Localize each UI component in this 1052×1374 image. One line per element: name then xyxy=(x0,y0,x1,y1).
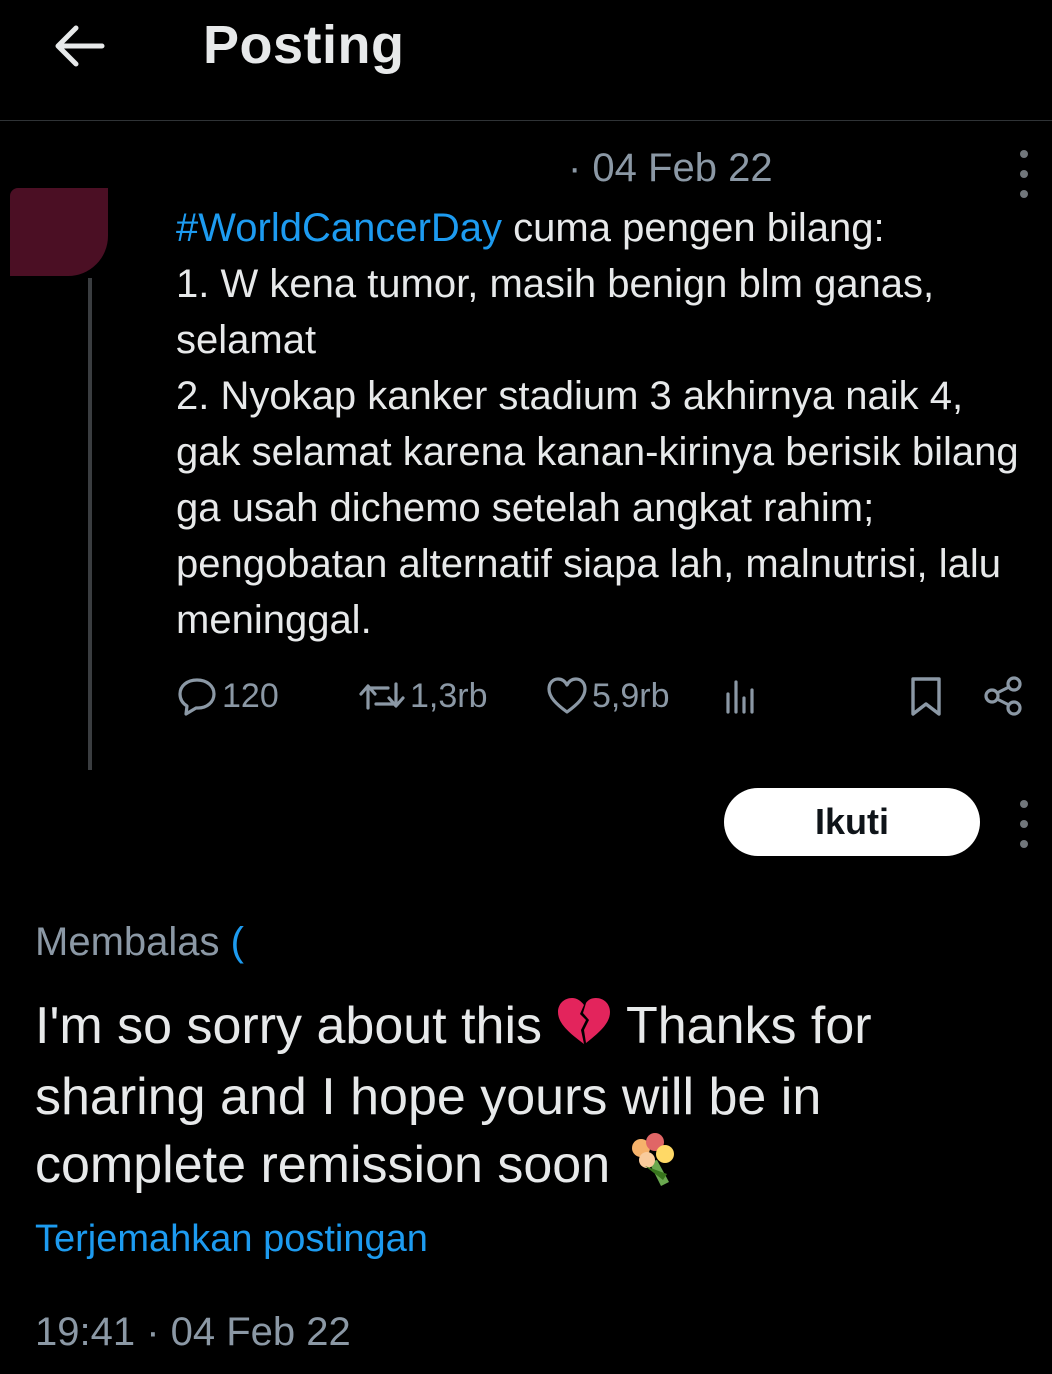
more-vertical-icon xyxy=(1020,800,1028,808)
reply-count: 120 xyxy=(222,676,279,715)
reply-text-part1: I'm so sorry about this xyxy=(35,997,557,1055)
back-button[interactable] xyxy=(50,20,110,72)
views-icon xyxy=(726,680,754,714)
like-button[interactable]: 5,9rb xyxy=(546,668,670,724)
thread-connector-line xyxy=(88,278,92,770)
follow-button[interactable]: Ikuti xyxy=(724,788,980,856)
broken-heart-emoji xyxy=(556,995,612,1063)
post-date: · 04 Feb 22 xyxy=(568,146,773,190)
reply-text: I'm so sorry about this Thanks for shari… xyxy=(35,992,1025,1205)
share-button[interactable] xyxy=(982,668,1024,724)
views-button[interactable] xyxy=(722,668,762,724)
bookmark-button[interactable] xyxy=(906,668,946,724)
reply-more-button[interactable] xyxy=(1012,800,1036,848)
post-text: #WorldCancerDay cuma pengen bilang: 1. W… xyxy=(176,200,1036,648)
replying-to: Membalas ( xyxy=(35,920,244,965)
more-vertical-icon xyxy=(1020,150,1028,158)
post-more-button[interactable] xyxy=(1012,150,1036,198)
top-bar: Posting xyxy=(0,0,1052,121)
bookmark-icon xyxy=(911,677,941,716)
avatar[interactable] xyxy=(10,188,108,276)
reply-icon xyxy=(178,678,216,716)
bouquet-emoji xyxy=(625,1132,681,1205)
post-actions: 120 1,3rb 5,9rb xyxy=(176,668,1036,724)
repost-icon xyxy=(359,682,405,710)
like-icon xyxy=(547,677,587,714)
replying-label: Membalas xyxy=(35,920,220,964)
repost-button[interactable]: 1,3rb xyxy=(358,668,488,724)
repost-count: 1,3rb xyxy=(410,676,488,715)
page-title: Posting xyxy=(203,15,405,75)
back-arrow-icon xyxy=(55,25,105,67)
reply-timestamp: 19:41 · 04 Feb 22 xyxy=(35,1310,351,1354)
like-count: 5,9rb xyxy=(592,676,670,715)
share-icon xyxy=(984,676,1022,716)
replying-handle[interactable]: ( xyxy=(231,920,244,964)
reply-button[interactable]: 120 xyxy=(176,668,279,724)
translate-post-link[interactable]: Terjemahkan postingan xyxy=(35,1218,428,1261)
post-body: cuma pengen bilang: 1. W kena tumor, mas… xyxy=(176,206,1019,642)
hashtag-link[interactable]: #WorldCancerDay xyxy=(176,206,502,250)
